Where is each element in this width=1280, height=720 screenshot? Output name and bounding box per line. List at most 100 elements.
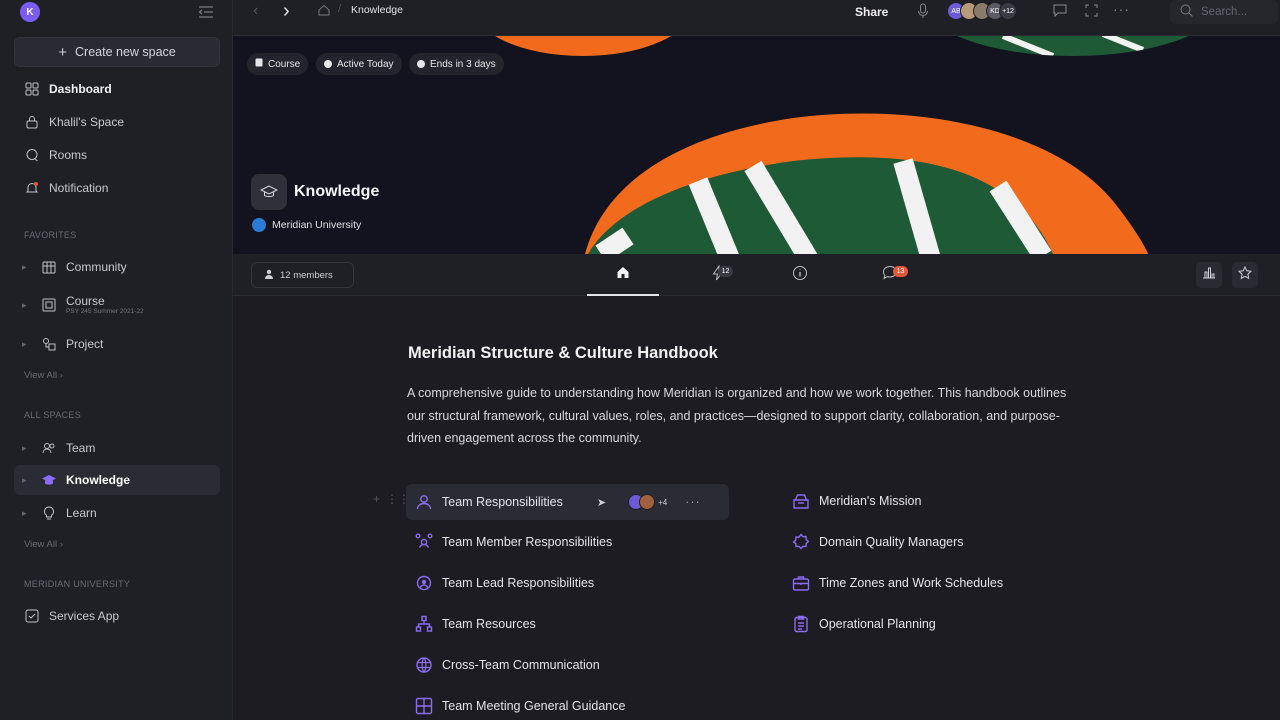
page-description: A comprehensive guide to understanding h… <box>407 386 1067 445</box>
hierarchy-icon <box>414 614 434 634</box>
link-label: Team Meeting General Guidance <box>442 699 626 713</box>
grid-icon <box>414 696 434 716</box>
forward-arrow-icon[interactable]: › <box>283 0 290 23</box>
row-drag-tools: + ⋮⋮ <box>373 492 410 506</box>
more-participants-count: +12 <box>999 2 1017 20</box>
chevron-right-icon[interactable]: ▸ <box>22 339 32 350</box>
updates-badge: 12 <box>718 266 733 277</box>
link-team-responsibilities[interactable]: Team Responsibilities ➤ +4 ··· <box>406 484 729 520</box>
link-label: Team Responsibilities <box>442 495 563 509</box>
tag-label: Ends in 3 days <box>430 58 496 70</box>
main-content: Meridian Structure & Culture Handbook A … <box>233 296 1280 720</box>
sidebar-item-project[interactable]: ▸ Project <box>14 329 220 359</box>
space-tab-bar: 12 members 12 13 <box>233 254 1280 296</box>
analytics-button[interactable] <box>1196 262 1222 288</box>
sidebar-item-community[interactable]: ▸ Community <box>14 252 220 282</box>
microphone-icon[interactable] <box>917 3 929 19</box>
info-icon <box>792 265 808 286</box>
tag-activity: Active Today <box>316 53 402 75</box>
sidebar-item-khalils-space[interactable]: Khalil's Space <box>14 107 220 137</box>
participant-avatars[interactable]: AB KD +12 <box>947 2 1017 20</box>
space-icon <box>251 174 287 210</box>
sidebar-item-team[interactable]: ▸ Team <box>14 433 220 463</box>
space-organization[interactable]: Meridian University <box>252 218 361 232</box>
users-icon <box>414 492 434 512</box>
sidebar-item-label: Project <box>66 337 104 351</box>
sidebar-item-services-app[interactable]: Services App <box>14 601 220 631</box>
briefcase-icon <box>791 573 811 593</box>
sidebar-item-course[interactable]: ▸ Course PSY 245 Summer 2021-22 <box>14 289 220 321</box>
back-arrow-icon[interactable]: ‹ <box>253 2 258 20</box>
tag-deadline: Ends in 3 days <box>409 53 504 75</box>
chevron-right-icon[interactable]: ▸ <box>22 300 32 311</box>
row-more-options-icon[interactable]: ··· <box>685 495 701 509</box>
sidebar-item-learn[interactable]: ▸ Learn <box>14 498 220 528</box>
link-time-zones-and-work-schedules[interactable]: Time Zones and Work Schedules <box>791 565 1003 601</box>
chevron-right-icon[interactable]: ▸ <box>22 508 32 519</box>
link-domain-quality-managers[interactable]: Domain Quality Managers <box>791 524 964 560</box>
tab-updates[interactable] <box>693 254 743 296</box>
favorite-button[interactable] <box>1232 262 1258 288</box>
chevron-right-icon: › <box>59 370 63 381</box>
home-icon <box>616 265 630 284</box>
sidebar-item-label: Khalil's Space <box>49 115 124 129</box>
chevron-right-icon[interactable]: ▸ <box>22 262 32 273</box>
badge-icon <box>791 532 811 552</box>
sidebar-item-label: Dashboard <box>49 82 112 96</box>
link-label: Domain Quality Managers <box>819 535 964 549</box>
comment-icon[interactable] <box>1053 4 1067 17</box>
link-team-lead-responsibilities[interactable]: Team Lead Responsibilities <box>414 565 594 601</box>
spaces-view-all-link[interactable]: View All › <box>24 539 63 550</box>
fullscreen-icon[interactable] <box>1085 4 1098 17</box>
tab-info[interactable] <box>783 254 817 296</box>
favorites-view-all-link[interactable]: View All › <box>24 370 63 381</box>
person-icon <box>264 269 274 282</box>
tab-home[interactable] <box>587 254 659 296</box>
search-input[interactable]: Search... <box>1170 0 1278 24</box>
collapse-sidebar-icon[interactable] <box>196 3 216 21</box>
link-team-resources[interactable]: Team Resources <box>414 606 536 642</box>
link-meridians-mission[interactable]: Meridian's Mission <box>791 483 921 519</box>
more-collaborators-count: +4 <box>658 497 668 507</box>
team-lead-icon <box>414 573 434 593</box>
link-label: Team Member Responsibilities <box>442 535 613 549</box>
add-block-icon[interactable]: + <box>373 492 380 506</box>
sidebar-item-knowledge[interactable]: ▸ Knowledge <box>14 465 220 495</box>
workspace-avatar[interactable]: K <box>20 2 40 22</box>
chevron-right-icon: › <box>59 539 63 550</box>
create-new-space-button[interactable]: + Create new space <box>14 37 220 67</box>
link-label: Meridian's Mission <box>819 494 922 508</box>
search-placeholder: Search... <box>1201 6 1248 18</box>
sidebar-item-rooms[interactable]: Rooms <box>14 140 220 170</box>
tag-label: Active Today <box>337 58 394 70</box>
link-team-meeting-general-guidance[interactable]: Team Meeting General Guidance <box>414 688 625 720</box>
graduation-cap-icon <box>40 471 58 489</box>
sidebar-item-label: Notification <box>49 181 109 195</box>
project-icon <box>40 335 58 353</box>
collaborator-avatars[interactable]: +4 <box>628 494 667 510</box>
lightbulb-icon <box>40 504 58 522</box>
link-operational-planning[interactable]: Operational Planning <box>791 606 936 642</box>
more-options-icon[interactable]: ··· <box>1113 1 1130 17</box>
star-icon <box>1237 265 1253 285</box>
sidebar-item-notification[interactable]: Notification <box>14 173 220 203</box>
link-label: Team Lead Responsibilities <box>442 576 595 590</box>
chevron-right-icon[interactable]: ▸ <box>22 475 32 486</box>
members-label: 12 members <box>280 269 333 281</box>
cursor-pointer-icon: ➤ <box>596 496 607 509</box>
sidebar-item-label: Knowledge <box>66 473 131 487</box>
sidebar-item-label: Learn <box>66 506 97 520</box>
clipboard-icon <box>791 614 811 634</box>
checkbox-app-icon <box>23 607 41 625</box>
breadcrumb-separator: / <box>338 3 342 15</box>
chevron-right-icon[interactable]: ▸ <box>22 443 32 454</box>
breadcrumb[interactable]: Knowledge <box>351 4 403 16</box>
members-button[interactable]: 12 members <box>251 262 354 288</box>
link-cross-team-communication[interactable]: Cross-Team Communication <box>414 647 600 683</box>
link-label: Cross-Team Communication <box>442 658 600 672</box>
share-button[interactable]: Share <box>855 5 888 19</box>
link-team-member-responsibilities[interactable]: Team Member Responsibilities <box>414 524 612 560</box>
sidebar-item-dashboard[interactable]: Dashboard <box>14 74 220 104</box>
dashboard-icon <box>23 80 41 98</box>
home-icon[interactable] <box>318 4 330 16</box>
